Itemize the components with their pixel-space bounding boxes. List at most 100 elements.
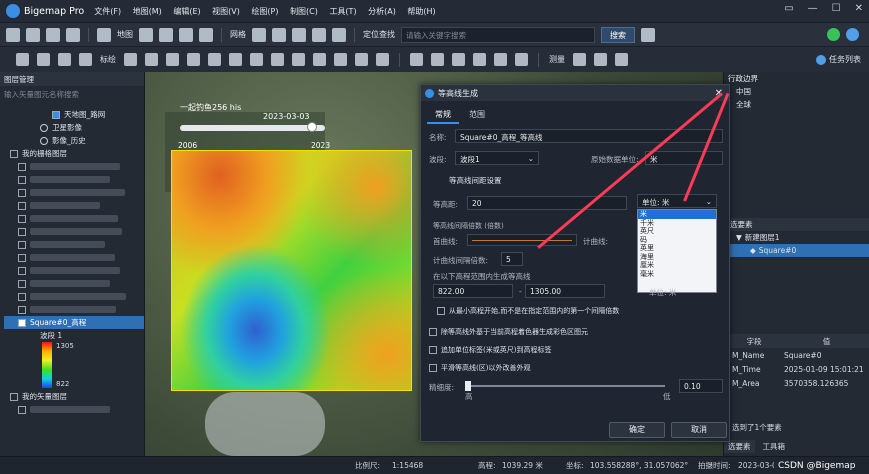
unit-option[interactable]: 厘米 bbox=[638, 261, 716, 270]
range-min-input[interactable]: 822.00 bbox=[433, 284, 513, 298]
cancel-button[interactable]: 取消 bbox=[671, 422, 727, 438]
brush-icon[interactable] bbox=[332, 27, 346, 42]
fullscreen-icon[interactable] bbox=[179, 27, 193, 42]
opt3-checkbox[interactable]: 追加单位标签(米或英尺)到高程标签 bbox=[429, 345, 551, 355]
elevation-raster[interactable] bbox=[171, 150, 412, 391]
area-icon[interactable] bbox=[594, 53, 607, 66]
unit-select[interactable]: 单位: 米 ⌄ bbox=[637, 194, 717, 208]
menu-cartography[interactable]: 制图(C) bbox=[290, 7, 318, 16]
height-icon[interactable] bbox=[615, 53, 628, 66]
unit-option[interactable]: 米 bbox=[638, 210, 716, 219]
measure-angle-icon[interactable] bbox=[313, 53, 326, 66]
text-icon[interactable] bbox=[334, 53, 347, 66]
polyline-icon[interactable] bbox=[166, 53, 179, 66]
ruler-icon[interactable] bbox=[573, 53, 586, 66]
blurred-layer[interactable] bbox=[4, 403, 144, 416]
open-folder-icon[interactable] bbox=[6, 27, 20, 42]
selected-feature[interactable]: ◆ Square#0 bbox=[724, 244, 869, 257]
scale-value[interactable]: 1:15468 bbox=[392, 461, 423, 470]
menu-file[interactable]: 文件(F) bbox=[94, 7, 121, 16]
blurred-layer[interactable] bbox=[4, 160, 144, 173]
pentagon-icon[interactable] bbox=[250, 53, 263, 66]
menu-draw[interactable]: 绘图(P) bbox=[251, 7, 278, 16]
merge-icon[interactable] bbox=[473, 53, 486, 66]
grid-label[interactable]: 网格 bbox=[230, 29, 246, 40]
terrain-icon[interactable] bbox=[312, 27, 326, 42]
layers-icon[interactable] bbox=[272, 27, 286, 42]
hand-icon[interactable] bbox=[16, 53, 29, 66]
blurred-layer[interactable] bbox=[4, 225, 144, 238]
zoom-out-icon[interactable] bbox=[159, 27, 173, 42]
smooth-handle[interactable] bbox=[465, 381, 471, 391]
layer-history[interactable]: 影像_历史 bbox=[4, 134, 144, 147]
line-icon[interactable] bbox=[145, 53, 158, 66]
menu-analysis[interactable]: 分析(A) bbox=[368, 7, 396, 16]
timeline-slider[interactable] bbox=[180, 125, 325, 131]
tab-range[interactable]: 范围 bbox=[461, 107, 493, 124]
group-raster[interactable]: 我的栅格图层 bbox=[4, 147, 144, 160]
select-icon[interactable] bbox=[58, 53, 71, 66]
unit-option[interactable]: 英尺 bbox=[638, 227, 716, 236]
blurred-layer[interactable] bbox=[4, 303, 144, 316]
menu-help[interactable]: 帮助(H) bbox=[407, 7, 435, 16]
layer-road[interactable]: 天地图_路网 bbox=[4, 108, 144, 121]
unit-option[interactable]: 毫米 bbox=[638, 270, 716, 279]
interval-input[interactable]: 20 bbox=[467, 196, 627, 210]
tab-general[interactable]: 常规 bbox=[427, 107, 459, 124]
menu-view[interactable]: 视图(V) bbox=[212, 7, 240, 16]
info-icon[interactable] bbox=[79, 53, 92, 66]
range-max-input[interactable]: 1305.00 bbox=[525, 284, 605, 298]
primary-line-style[interactable] bbox=[467, 234, 577, 246]
blurred-layer[interactable] bbox=[4, 290, 144, 303]
rectangle-icon[interactable] bbox=[187, 53, 200, 66]
star-icon[interactable] bbox=[641, 27, 655, 42]
grid-icon[interactable] bbox=[252, 27, 266, 42]
unit-option[interactable]: 千米 bbox=[638, 219, 716, 228]
layer-satellite[interactable]: 卫星影像 bbox=[4, 121, 144, 134]
redo-draw-icon[interactable] bbox=[431, 53, 444, 66]
menu-map[interactable]: 地图(M) bbox=[133, 7, 162, 16]
locate-label[interactable]: 定位查找 bbox=[363, 29, 395, 40]
search-input[interactable]: 请输入关键字搜索 bbox=[401, 26, 595, 43]
ok-button[interactable]: 确定 bbox=[609, 422, 665, 438]
opt4-checkbox[interactable]: 平滑等高线(区)以外改善外观 bbox=[429, 363, 530, 373]
arrow-icon[interactable] bbox=[355, 53, 368, 66]
map-icon[interactable] bbox=[97, 27, 111, 42]
link-icon[interactable] bbox=[846, 28, 859, 41]
task-list-button[interactable]: 任务列表 bbox=[829, 54, 861, 65]
smooth-slider[interactable] bbox=[465, 385, 665, 387]
timeline-handle[interactable] bbox=[307, 122, 317, 132]
undo-draw-icon[interactable] bbox=[410, 53, 423, 66]
circle-icon[interactable] bbox=[271, 53, 284, 66]
blurred-layer[interactable] bbox=[4, 212, 144, 225]
cut-icon[interactable] bbox=[452, 53, 465, 66]
count-multiple-input[interactable]: 5 bbox=[501, 252, 523, 266]
band-select[interactable]: 波段1 ⌄ bbox=[455, 151, 539, 165]
unit-option[interactable]: 海里 bbox=[638, 253, 716, 262]
minimize-icon[interactable]: — bbox=[808, 3, 818, 14]
redo-icon[interactable] bbox=[66, 27, 80, 42]
pin-icon[interactable] bbox=[124, 53, 137, 66]
new-layer-item[interactable]: ▼ 新建图层1 bbox=[724, 231, 869, 244]
zoom-in-icon[interactable] bbox=[139, 27, 153, 42]
maximize-icon[interactable]: ☐ bbox=[832, 3, 841, 14]
layer-elevation[interactable]: Square#0_高程 bbox=[4, 316, 144, 329]
triangle-icon[interactable] bbox=[292, 53, 305, 66]
tab-toolbox[interactable]: 工具箱 bbox=[759, 440, 790, 453]
opt2-checkbox[interactable]: 除等高线外基于当前高程着色器生成彩色区图元 bbox=[429, 327, 588, 337]
curve-icon[interactable] bbox=[376, 53, 389, 66]
blurred-layer[interactable] bbox=[4, 186, 144, 199]
blurred-layer[interactable] bbox=[4, 238, 144, 251]
unit-option[interactable]: 码 bbox=[638, 236, 716, 245]
blurred-layer[interactable] bbox=[4, 173, 144, 186]
group-vector[interactable]: 我的矢量图层 bbox=[4, 390, 144, 403]
globe-icon[interactable] bbox=[199, 27, 213, 42]
menu-tools[interactable]: 工具(T) bbox=[329, 7, 356, 16]
road-icon[interactable] bbox=[292, 27, 306, 42]
admin-china[interactable]: 中国 bbox=[724, 85, 869, 98]
layer-search-input[interactable]: 输入矢量图元名称搜索 bbox=[4, 89, 140, 102]
search-button[interactable]: 搜索 bbox=[601, 26, 635, 43]
blurred-layer[interactable] bbox=[4, 264, 144, 277]
undo-icon[interactable] bbox=[46, 27, 60, 42]
square-icon[interactable] bbox=[229, 53, 242, 66]
